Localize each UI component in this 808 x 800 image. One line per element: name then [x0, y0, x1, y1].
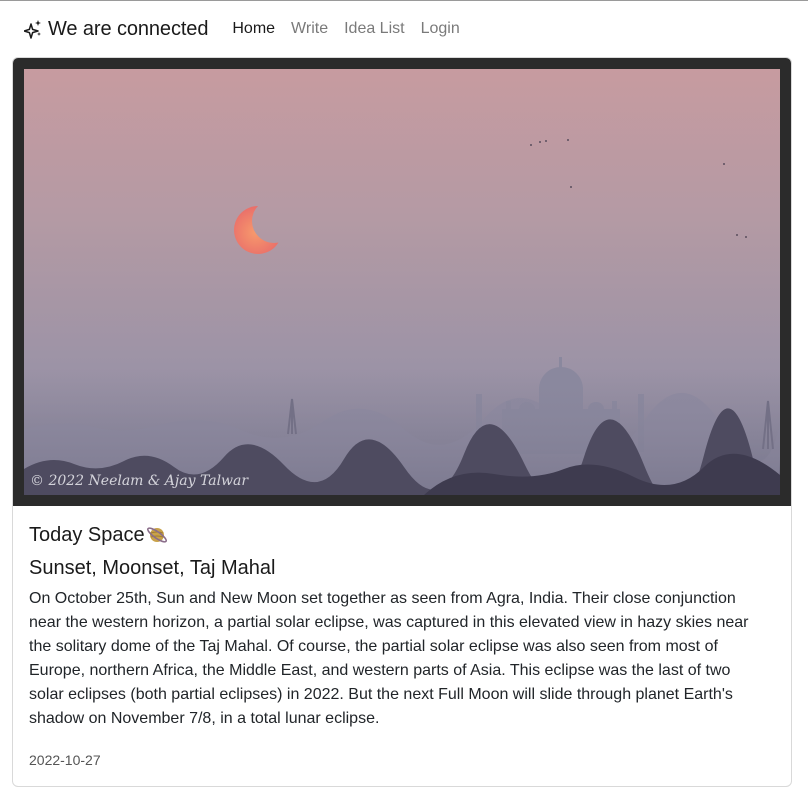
nav-home[interactable]: Home	[232, 20, 275, 38]
navbar: We are connected Home Write Idea List Lo…	[0, 1, 808, 57]
nav-idea-list[interactable]: Idea List	[344, 20, 404, 38]
space-card: © 2022 Neelam & Ajay Talwar Today Space …	[12, 57, 792, 787]
heading-text: Today Space	[29, 523, 145, 546]
card-title: Sunset, Moonset, Taj Mahal	[29, 557, 276, 579]
ringed-planet-icon	[146, 527, 167, 543]
photo-credit: © 2022 Neelam & Ajay Talwar	[30, 473, 249, 489]
nav-links: Home Write Idea List Login	[232, 20, 475, 38]
sparkles-icon	[24, 20, 41, 39]
card-description: On October 25th, Sun and New Moon set to…	[29, 590, 749, 727]
nav-write[interactable]: Write	[291, 20, 328, 38]
brand-link[interactable]: We are connected	[24, 18, 208, 41]
photo-frame: © 2022 Neelam & Ajay Talwar	[13, 58, 791, 506]
brand-title: We are connected	[48, 17, 209, 40]
card-heading: Today Space	[29, 520, 779, 550]
card-body: Today Space Sunset, Moonset, Taj Mahal O…	[29, 520, 779, 769]
nav-login[interactable]: Login	[421, 20, 460, 38]
eclipse-photo: © 2022 Neelam & Ajay Talwar	[24, 69, 780, 495]
card-date: 2022-10-27	[29, 752, 101, 768]
